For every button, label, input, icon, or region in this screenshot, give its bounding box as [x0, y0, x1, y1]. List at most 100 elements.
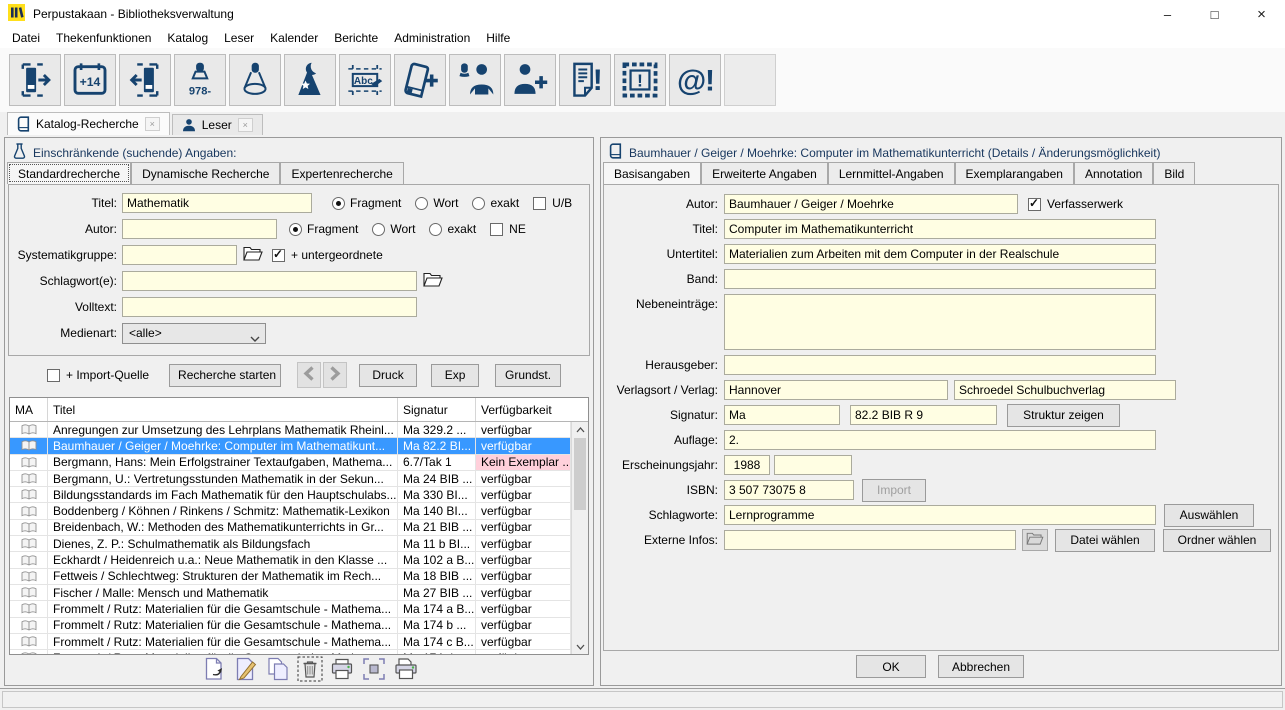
menu-datei[interactable]: Datei [4, 28, 48, 48]
datei-waehlen-button[interactable]: Datei wählen [1055, 529, 1155, 552]
result-row[interactable]: Breidenbach, W.: Methoden des Mathematik… [10, 520, 571, 536]
titel-mode-wort-radio[interactable]: Wort [415, 196, 458, 210]
prev-result-button[interactable] [297, 362, 321, 388]
column-header-verfügbarkeit[interactable]: Verfügbarkeit [476, 398, 571, 421]
autor-mode-wort-radio[interactable]: Wort [372, 222, 415, 236]
print-list-button[interactable] [393, 656, 419, 682]
tab-close-icon[interactable]: × [238, 118, 253, 132]
menu-administration[interactable]: Administration [386, 28, 478, 48]
detail-tab-basisangaben[interactable]: Basisangaben [603, 162, 701, 184]
autor-mode-exakt-radio[interactable]: exakt [429, 222, 476, 236]
result-row[interactable]: Frommelt / Rutz: Materialien für die Ges… [10, 650, 571, 654]
maximize-button[interactable]: □ [1191, 0, 1238, 28]
erscheinungsjahr-input-2[interactable] [774, 455, 852, 475]
titel-detail-input[interactable] [724, 219, 1156, 239]
band-input[interactable] [724, 269, 1156, 289]
untertitel-input[interactable] [724, 244, 1156, 264]
titel-input[interactable] [122, 193, 312, 213]
titel-mode-fragment-radio[interactable]: Fragment [332, 196, 401, 210]
autor-detail-input[interactable] [724, 194, 1018, 214]
result-row[interactable]: Frommelt / Rutz: Materialien für die Ges… [10, 618, 571, 634]
results-scrollbar[interactable] [571, 422, 588, 654]
subtab-standardrecherche[interactable]: Standardrecherche [7, 162, 131, 184]
isbn-input[interactable] [724, 480, 854, 500]
tab-leser[interactable]: Leser × [172, 114, 263, 135]
scroll-down-icon[interactable] [572, 639, 588, 654]
tab-close-icon[interactable]: × [145, 117, 160, 131]
struktur-zeigen-button[interactable]: Struktur zeigen [1007, 404, 1120, 427]
verfasserwerk-checkbox[interactable] [1028, 198, 1041, 211]
druck-button[interactable]: Druck [359, 364, 417, 387]
ne-checkbox[interactable] [490, 223, 503, 236]
detail-tab-bild[interactable]: Bild [1153, 162, 1195, 184]
next-result-button[interactable] [323, 362, 347, 388]
column-header-ma[interactable]: MA [10, 398, 48, 421]
detail-tab-erweiterte-angaben[interactable]: Erweiterte Angaben [701, 162, 828, 184]
abbrechen-button[interactable]: Abbrechen [938, 655, 1024, 678]
result-row[interactable]: Bergmann, Hans: Mein Erfolgstrainer Text… [10, 455, 571, 471]
import-quelle-checkbox[interactable] [47, 369, 60, 382]
recherche-starten-button[interactable]: Recherche starten [169, 364, 281, 387]
result-row[interactable]: Dienes, Z. P.: Schulmathematik als Bildu… [10, 536, 571, 552]
verlag-input[interactable] [954, 380, 1176, 400]
scroll-thumb[interactable] [574, 438, 586, 510]
text-edit-button[interactable]: Abc [339, 54, 391, 106]
exp-button[interactable]: Exp [431, 364, 479, 387]
volltext-input[interactable] [122, 297, 417, 317]
auflage-input[interactable] [724, 430, 1156, 450]
untergeordnete-option[interactable]: + untergeordnete [272, 248, 383, 262]
result-row[interactable]: Anregungen zur Umsetzung des Lehrplans M… [10, 422, 571, 438]
subtab-expertenrecherche[interactable]: Expertenrecherche [280, 162, 403, 184]
result-row[interactable]: Eckhardt / Heidenreich u.a.: Neue Mathem… [10, 552, 571, 568]
ordner-waehlen-button[interactable]: Ordner wählen [1163, 529, 1271, 552]
grundst-button[interactable]: Grundst. [495, 364, 561, 387]
schlagworte-input[interactable] [122, 271, 417, 291]
add-media-button[interactable] [394, 54, 446, 106]
detail-tab-lernmittel-angaben[interactable]: Lernmittel-Angaben [828, 162, 955, 184]
herausgeber-input[interactable] [724, 355, 1156, 375]
signatur-input-1[interactable] [724, 405, 840, 425]
ok-button[interactable]: OK [856, 655, 926, 678]
untergeordnete-checkbox[interactable] [272, 249, 285, 262]
nebeneintraege-textarea[interactable] [724, 294, 1156, 350]
externe-infos-input[interactable] [724, 530, 1016, 550]
import-quelle-option[interactable]: + Import-Quelle [47, 368, 149, 382]
externe-infos-folder-button[interactable] [1022, 529, 1048, 551]
ub-checkbox[interactable] [533, 197, 546, 210]
overdue-email-button[interactable]: @! [669, 54, 721, 106]
column-header-signatur[interactable]: Signatur [398, 398, 476, 421]
menu-katalog[interactable]: Katalog [159, 28, 216, 48]
verfasserwerk-option[interactable]: Verfasserwerk [1028, 197, 1123, 211]
media-return-button[interactable] [119, 54, 171, 106]
result-row[interactable]: Boddenberg / Köhnen / Rinkens / Schmitz:… [10, 503, 571, 519]
column-header-titel[interactable]: Titel [48, 398, 398, 421]
titel-mode-exakt-radio[interactable]: exakt [472, 196, 519, 210]
systematikgruppe-input[interactable] [122, 245, 237, 265]
result-row[interactable]: Frommelt / Rutz: Materialien für die Ges… [10, 634, 571, 650]
tab-katalog-recherche[interactable]: Katalog-Recherche × [7, 112, 170, 135]
signatur-input-2[interactable] [850, 405, 997, 425]
overdue-letter-button[interactable]: ! [559, 54, 611, 106]
print-record-button[interactable] [329, 656, 355, 682]
media-checkout-button[interactable] [9, 54, 61, 106]
verlagsort-input[interactable] [724, 380, 948, 400]
schlagworte-folder-button[interactable] [423, 272, 443, 290]
add-reader-button[interactable] [504, 54, 556, 106]
result-row[interactable]: Frommelt / Rutz: Materialien für die Ges… [10, 601, 571, 617]
scanner-funnel-button[interactable] [229, 54, 281, 106]
detail-tab-annotation[interactable]: Annotation [1074, 162, 1153, 184]
systematikgruppe-folder-button[interactable] [243, 246, 263, 264]
scroll-up-icon[interactable] [572, 422, 588, 437]
overdue-stamp-button[interactable]: ! [614, 54, 666, 106]
ub-option[interactable]: U/B [533, 196, 572, 210]
wizard-button[interactable] [284, 54, 336, 106]
edit-record-button[interactable] [233, 656, 259, 682]
selection-frame-button[interactable] [361, 656, 387, 682]
result-row[interactable]: Baumhauer / Geiger / Moehrke: Computer i… [10, 438, 571, 454]
menu-kalender[interactable]: Kalender [262, 28, 326, 48]
menu-hilfe[interactable]: Hilfe [478, 28, 518, 48]
import-button[interactable]: Import [862, 479, 926, 502]
detail-tab-exemplarangaben[interactable]: Exemplarangaben [955, 162, 1074, 184]
autor-mode-fragment-radio[interactable]: Fragment [289, 222, 358, 236]
result-row[interactable]: Fischer / Malle: Mensch und MathematikMa… [10, 585, 571, 601]
